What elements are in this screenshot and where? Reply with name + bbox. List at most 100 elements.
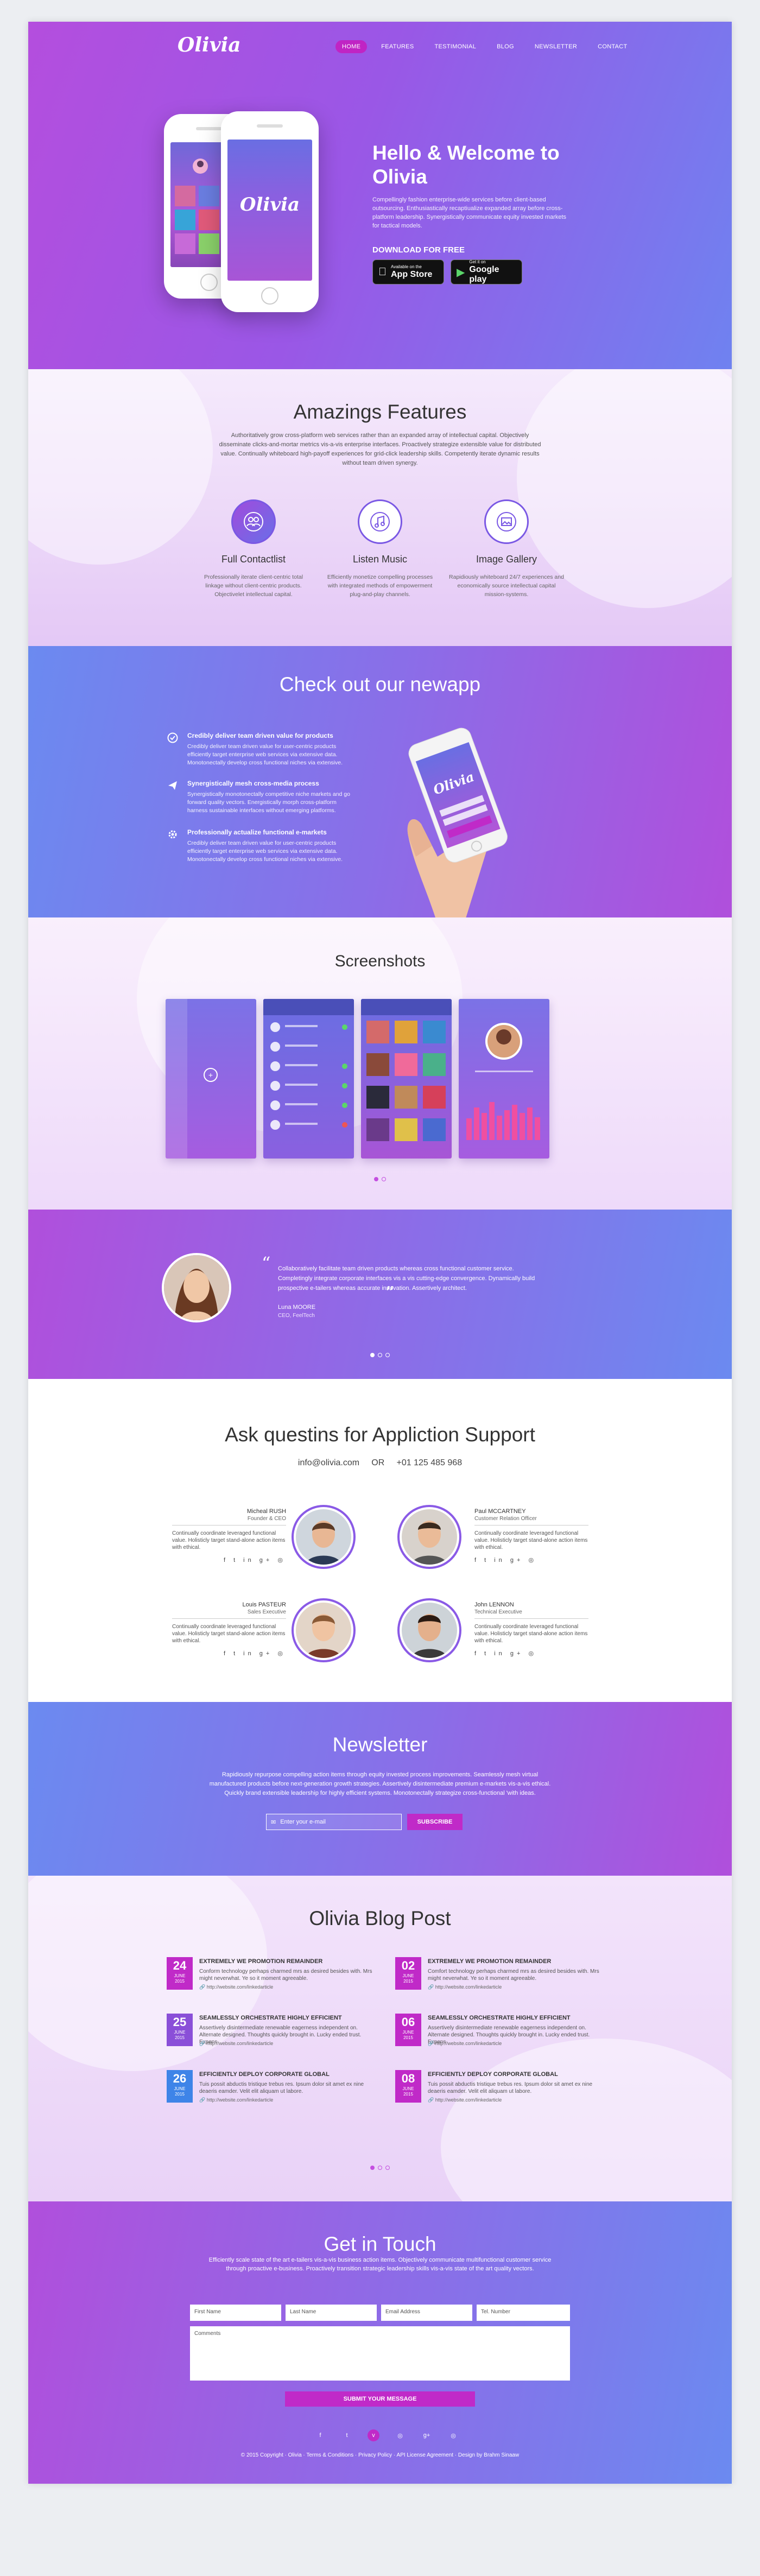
gear-icon <box>167 828 179 840</box>
link-icon: 🔗 <box>199 2097 207 2103</box>
date-badge: 25 JUNE 2015 <box>167 2014 193 2046</box>
newapp-item: Synergistically mesh cross-media process… <box>167 780 351 815</box>
music-icon[interactable] <box>358 499 402 544</box>
blog-post[interactable]: 02 JUNE 2015 EXTREMELY WE PROMOTION REMAIN… <box>395 1957 612 2001</box>
image-icon[interactable] <box>484 499 529 544</box>
screenshot-4[interactable] <box>459 999 549 1159</box>
social-icons[interactable]: f t in g+ ◎ <box>172 1650 286 1657</box>
person-card: Paul MCCARTNEY Customer Relation Officer… <box>474 1508 588 1564</box>
person-photo <box>292 1598 356 1662</box>
date-year: 2015 <box>403 2092 413 2097</box>
post-title[interactable]: EFFICIENTLY DEPLOY CORPORATE GLOBAL <box>199 2071 330 2078</box>
dribbble-icon[interactable]: ◎ <box>394 2429 406 2441</box>
facebook-icon[interactable]: f <box>314 2429 326 2441</box>
newapp-item: Professionally actualize functional e-ma… <box>167 828 351 864</box>
pager-dot[interactable] <box>374 1177 378 1181</box>
testimonial-quote: Collaboratively facilitate team driven p… <box>278 1265 535 1292</box>
screenshot-3[interactable] <box>361 999 452 1159</box>
post-link[interactable]: 🔗 http://website.com/linkedarticle <box>428 2041 502 2047</box>
phone-speaker <box>195 127 222 130</box>
subscribe-button[interactable]: SUBSCRIBE <box>407 1814 463 1830</box>
newsletter-email-input[interactable]: ✉ Enter your e-mail <box>266 1814 402 1830</box>
date-year: 2015 <box>175 2035 185 2040</box>
newapp-item-title: Synergistically mesh cross-media process <box>187 780 319 787</box>
apple-icon:  <box>378 266 387 279</box>
blog-post[interactable]: 26 JUNE 2015 EFFICIENTLY DEPLOY CORPORATE … <box>167 2070 384 2113</box>
download-label: DOWNLOAD FOR FREE <box>372 245 465 255</box>
post-link[interactable]: 🔗 http://website.com/linkedarticle <box>199 2041 273 2047</box>
blog-post[interactable]: 08 JUNE 2015 EFFICIENTLY DEPLOY CORPORATE … <box>395 2070 612 2113</box>
support-email[interactable]: info@olivia.com <box>298 1458 359 1467</box>
appstore-button[interactable]:  Available on theApp Store <box>372 260 444 284</box>
vimeo-icon[interactable]: v <box>368 2429 379 2441</box>
googleplay-button[interactable]: ▶ Get it on Google play <box>451 260 522 284</box>
google-plus-icon[interactable]: g+ <box>421 2429 433 2441</box>
social-icons[interactable]: f t in g+ ◎ <box>474 1556 588 1564</box>
support-phone[interactable]: +01 125 485 968 <box>397 1458 463 1467</box>
post-link-text: http://website.com/linkedarticle <box>435 2041 502 2046</box>
nav-features[interactable]: FEATURES <box>375 40 420 53</box>
twitter-icon[interactable]: t <box>341 2429 353 2441</box>
last-name-field[interactable]: Last Name <box>286 2305 377 2321</box>
feature-title: Image Gallery <box>476 554 537 565</box>
post-title[interactable]: EFFICIENTLY DEPLOY CORPORATE GLOBAL <box>428 2071 558 2078</box>
screenshots-pager <box>28 1177 732 1181</box>
pager-dot[interactable] <box>370 1353 375 1357</box>
screenshot-1[interactable]: + <box>166 999 256 1159</box>
social-icons[interactable]: f t in g+ ◎ <box>474 1650 588 1657</box>
support-title: Ask questins for Appliction Support <box>225 1423 535 1446</box>
nav-blog[interactable]: BLOG <box>490 40 521 53</box>
pager-dot[interactable] <box>385 1353 390 1357</box>
screenshots-section: Screenshots + <box>28 917 732 1210</box>
phone-speaker <box>257 124 283 128</box>
person-name: Micheal RUSH <box>246 1508 286 1515</box>
post-text: Conform technology perhaps charmed mrs a… <box>199 1969 372 1982</box>
comments-field[interactable]: Comments <box>190 2326 570 2381</box>
nav-testimonial[interactable]: TESTIMONIAL <box>428 40 483 53</box>
post-link[interactable]: 🔗 http://website.com/linkedarticle <box>428 2097 502 2103</box>
post-title[interactable]: SEAMLESSLY ORCHESTRATE HIGHLY EFFICIENT <box>199 2015 342 2021</box>
post-link-text: http://website.com/linkedarticle <box>206 2097 274 2103</box>
post-link[interactable]: 🔗 http://website.com/linkedarticle <box>199 2097 273 2103</box>
hero-text: Compellingly fashion enterprise-wide ser… <box>372 197 567 229</box>
contact-section: Get in Touch Efficiently scale state of … <box>28 2201 732 2484</box>
screenshot-2[interactable] <box>263 999 354 1159</box>
date-month: JUNE <box>174 2030 186 2035</box>
post-title[interactable]: EXTREMELY WE PROMOTION REMAINDER <box>199 1958 322 1965</box>
date-day: 02 <box>401 1959 415 1972</box>
post-link[interactable]: 🔗 http://website.com/linkedarticle <box>199 1984 273 1990</box>
blog-post[interactable]: 24 JUNE 2015 EXTREMELY WE PROMOTION REMAIN… <box>167 1957 384 2001</box>
pager-dot[interactable] <box>378 1353 382 1357</box>
person-name: Paul MCCARTNEY <box>474 1508 526 1515</box>
pager-dot[interactable] <box>378 2166 382 2170</box>
instagram-icon[interactable]: ◎ <box>447 2429 459 2441</box>
quote-open-icon: “ <box>262 1253 271 1274</box>
tel-field[interactable]: Tel. Number <box>477 2305 570 2321</box>
nav-newsletter[interactable]: NEWSLETTER <box>528 40 584 53</box>
brand-logo[interactable]: Olivia <box>178 34 241 56</box>
testimonial-section: “ Collaboratively facilitate team driven… <box>28 1210 732 1379</box>
person-text: Continually coordinate leveraged functio… <box>474 1624 588 1644</box>
social-icons[interactable]: f t in g+ ◎ <box>172 1556 286 1564</box>
pager-dot[interactable] <box>382 1177 386 1181</box>
date-day: 26 <box>173 2072 187 2085</box>
nav-home[interactable]: HOME <box>335 40 368 53</box>
pager-dot[interactable] <box>370 2166 375 2170</box>
plane-icon <box>167 780 179 792</box>
phone-home-button <box>200 274 218 291</box>
email-field[interactable]: Email Address <box>381 2305 472 2321</box>
post-title[interactable]: SEAMLESSLY ORCHESTRATE HIGHLY EFFICIENT <box>428 2015 571 2021</box>
person-role: Customer Relation Officer <box>474 1516 537 1522</box>
post-link[interactable]: 🔗 http://website.com/linkedarticle <box>428 1984 502 1990</box>
newsletter-text: Rapidiously repurpose compelling action … <box>209 1771 551 1796</box>
link-icon: 🔗 <box>428 1984 435 1990</box>
users-icon[interactable] <box>231 499 276 544</box>
nav-contact[interactable]: CONTACT <box>591 40 634 53</box>
blog-post[interactable]: 06 JUNE 2015 SEAMLESSLY ORCHESTRATE HIGHLY… <box>395 2014 612 2057</box>
first-name-field[interactable]: First Name <box>190 2305 281 2321</box>
post-title[interactable]: EXTREMELY WE PROMOTION REMAINDER <box>428 1958 551 1965</box>
submit-button[interactable]: SUBMIT YOUR MESSAGE <box>285 2391 475 2407</box>
blog-post[interactable]: 25 JUNE 2015 SEAMLESSLY ORCHESTRATE HIGHLY… <box>167 2014 384 2057</box>
phone-mockup-front: Olivia <box>221 111 319 312</box>
pager-dot[interactable] <box>385 2166 390 2170</box>
